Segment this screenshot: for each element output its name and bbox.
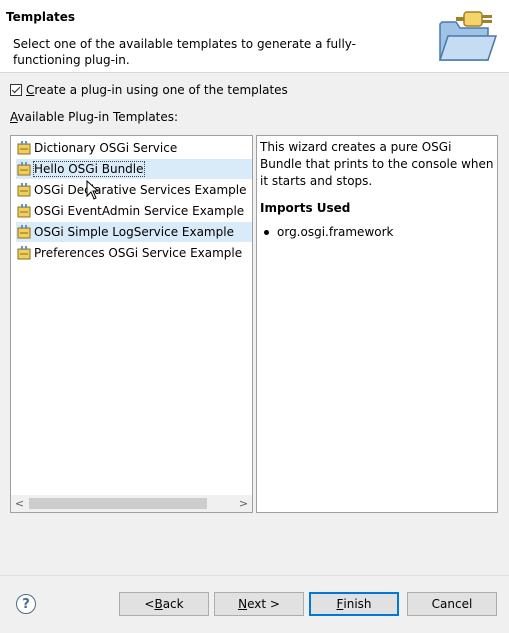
template-item-label: Dictionary OSGi Service [34,141,178,155]
template-item[interactable]: Dictionary OSGi Service [16,138,252,158]
import-package-name: org.osgi.framework [277,225,394,239]
page-title: Templates [6,10,76,24]
template-item-hovered[interactable]: OSGi Simple LogService Example [16,222,252,242]
templates-list[interactable]: Dictionary OSGi Service Hello OSGi Bundl… [10,135,253,513]
template-item-label: Hello OSGi Bundle [33,161,145,177]
bullet-icon [264,229,269,235]
finish-button[interactable]: Finish [309,592,399,616]
create-from-template-checkbox[interactable] [10,84,22,96]
template-description-panel: This wizard creates a pure OSGi Bundle t… [256,135,498,513]
template-item-label: Preferences OSGi Service Example [34,246,243,260]
help-icon[interactable]: ? [16,594,36,614]
folder-with-plug-icon [438,11,498,61]
imports-heading: Imports Used [260,201,351,215]
scroll-left-icon[interactable]: < [11,495,28,512]
import-list-item: org.osgi.framework [260,225,494,239]
create-from-template-label: Create a plug-in using one of the templa… [26,83,288,97]
plugin-template-icon [17,183,31,197]
wizard-header: Templates Select one of the available te… [0,0,509,73]
scrollbar-thumb[interactable] [29,498,207,509]
next-button[interactable]: Next > [214,592,304,616]
template-description-text: This wizard creates a pure OSGi Bundle t… [260,140,494,188]
template-item-label: OSGi EventAdmin Service Example [34,204,245,218]
plugin-template-icon [17,204,31,218]
cancel-button[interactable]: Cancel [407,592,497,616]
template-item-label: OSGi Simple LogService Example [34,225,234,239]
template-item-selected[interactable]: Hello OSGi Bundle [16,159,252,179]
create-from-template-checkbox-row[interactable]: Create a plug-in using one of the templa… [10,82,288,98]
plugin-template-icon [17,225,31,239]
horizontal-scrollbar[interactable]: < > [11,495,252,512]
button-bar-separator [0,575,509,576]
page-description: Select one of the available templates to… [13,37,357,67]
template-item[interactable]: Preferences OSGi Service Example [16,243,252,263]
plugin-template-icon [17,246,31,260]
template-item[interactable]: OSGi EventAdmin Service Example [16,201,252,221]
back-button[interactable]: < Back [119,592,209,616]
template-item-label: OSGi Declarative Services Example [34,183,247,197]
mouse-pointer-icon [86,180,100,200]
available-templates-label: Available Plug-in Templates: [10,110,179,124]
scroll-right-icon[interactable]: > [235,495,252,512]
template-item[interactable]: OSGi Declarative Services Example [16,180,252,200]
plugin-template-icon [17,162,31,176]
plugin-template-icon [17,141,31,155]
